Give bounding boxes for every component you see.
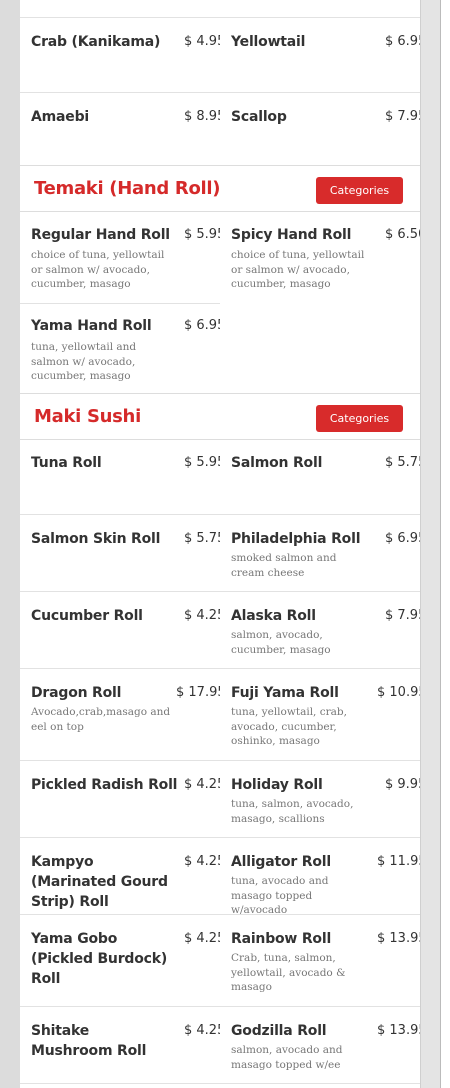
menu-item-scallop[interactable]: Scallop $ 7.95 [220, 93, 420, 166]
section-title: Maki Sushi [34, 406, 141, 427]
item-price: $ 17.95 [176, 685, 220, 700]
item-name: Cucumber Roll [31, 608, 143, 624]
item-price: $ 9.95 [385, 777, 420, 792]
item-price: $ 4.25 [184, 1023, 220, 1038]
item-name: Scallop [231, 109, 287, 125]
item-description: Crab, tuna, salmon, yellowtail, avocado … [231, 952, 346, 993]
window-edge [440, 0, 450, 1088]
item-name: Shitake Mushroom Roll [31, 1023, 147, 1059]
item-price: $ 11.95 [377, 854, 420, 869]
item-name: Spicy Hand Roll [231, 227, 352, 243]
menu-item-alaska-roll[interactable]: Alaska Roll $ 7.95 salmon, avocado, cucu… [220, 592, 420, 669]
menu-item-kampyo-roll[interactable]: Kampyo (Marinated Gourd Strip) Roll $ 4.… [20, 838, 220, 915]
menu-item-regular-hand-roll[interactable]: Regular Hand Roll $ 5.95 choice of tuna,… [20, 211, 220, 304]
item-price: $ 13.95 [377, 931, 420, 946]
menu-item-yellowtail[interactable]: Yellowtail $ 6.95 [220, 18, 420, 93]
item-price: $ 6.95 [385, 34, 420, 49]
item-price: $ 10.95 [377, 685, 420, 700]
item-price: $ 7.95 [385, 608, 420, 623]
menu-item-yama-gobo-roll[interactable]: Yama Gobo (Pickled Burdock) Roll $ 4.25 [20, 915, 220, 1007]
item-price: $ 6.50 [385, 227, 420, 242]
item-price: $ 5.95 [184, 455, 220, 470]
menu-panel: Crab (Kanikama) $ 4.95 Yellowtail $ 6.95… [20, 0, 420, 1088]
item-price: $ 5.75 [184, 531, 220, 546]
item-description: smoked salmon and cream cheese [231, 552, 337, 579]
item-description: tuna, yellowtail, crab, avocado, cucumbe… [231, 706, 347, 747]
menu-page: Crab (Kanikama) $ 4.95 Yellowtail $ 6.95… [0, 0, 450, 1088]
item-description: tuna, avocado and masago topped w/avocad… [231, 875, 329, 916]
item-name: Tuna Roll [31, 455, 102, 471]
menu-item-holiday-roll[interactable]: Holiday Roll $ 9.95 tuna, salmon, avocad… [220, 761, 420, 838]
section-header-temaki: Temaki (Hand Roll) Categories [20, 165, 420, 212]
menu-item-rainbow-roll[interactable]: Rainbow Roll $ 13.95 Crab, tuna, salmon,… [220, 915, 420, 1007]
menu-item-shitake-mushroom-roll[interactable]: Shitake Mushroom Roll $ 4.25 [20, 1007, 220, 1084]
menu-item-dragon-roll[interactable]: Dragon Roll $ 17.95 Avocado,crab,masago … [20, 669, 220, 761]
item-name: Rainbow Roll [231, 931, 332, 947]
menu-item-tuna-roll[interactable]: Tuna Roll $ 5.95 [20, 439, 220, 515]
item-price: $ 6.95 [184, 318, 220, 333]
section-title: Temaki (Hand Roll) [34, 178, 221, 199]
menu-item-amaebi[interactable]: Amaebi $ 8.95 [20, 93, 220, 166]
item-name: Godzilla Roll [231, 1023, 327, 1039]
item-name: Yama Hand Roll [31, 318, 152, 334]
item-price: $ 6.95 [385, 531, 420, 546]
item-name: Dragon Roll [31, 685, 122, 701]
item-description: choice of tuna, yellowtail or salmon w/ … [31, 249, 165, 290]
menu-item-crab-kanikama[interactable]: Crab (Kanikama) $ 4.95 [20, 18, 220, 93]
menu-item-yama-hand-roll[interactable]: Yama Hand Roll $ 6.95 tuna, yellowtail a… [20, 304, 220, 394]
menu-item-godzilla-roll[interactable]: Godzilla Roll $ 13.95 salmon, avocado an… [220, 1007, 420, 1084]
item-price: $ 8.95 [184, 109, 220, 124]
item-price: $ 4.25 [184, 854, 220, 869]
item-name: Salmon Roll [231, 455, 323, 471]
item-name: Regular Hand Roll [31, 227, 170, 243]
item-description: salmon, avocado, cucumber, masago [231, 629, 331, 656]
item-description: choice of tuna, yellowtail or salmon w/ … [231, 249, 365, 290]
item-description: salmon, avocado and masago topped w/ee [231, 1044, 343, 1071]
item-description: tuna, yellowtail and salmon w/ avocado, … [31, 341, 137, 382]
item-name: Amaebi [31, 109, 89, 125]
menu-item-philadelphia-roll[interactable]: Philadelphia Roll $ 6.95 smoked salmon a… [220, 515, 420, 592]
item-name: Philadelphia Roll [231, 531, 361, 547]
item-name: Yama Gobo (Pickled Burdock) Roll [31, 931, 168, 987]
item-price: $ 5.95 [184, 227, 220, 242]
scroll-rail[interactable] [420, 0, 440, 1088]
item-name: Yellowtail [231, 34, 306, 50]
item-price: $ 13.95 [377, 1023, 420, 1038]
menu-item-alligator-roll[interactable]: Alligator Roll $ 11.95 tuna, avocado and… [220, 838, 420, 916]
menu-item-cucumber-roll[interactable]: Cucumber Roll $ 4.25 [20, 592, 220, 669]
item-name: Fuji Yama Roll [231, 685, 339, 701]
item-description: Avocado,crab,masago and eel on top [31, 706, 171, 733]
categories-button[interactable]: Categories [316, 177, 403, 204]
menu-item-fuji-yama-roll[interactable]: Fuji Yama Roll $ 10.95 tuna, yellowtail,… [220, 669, 420, 761]
item-name: Kampyo (Marinated Gourd Strip) Roll [31, 854, 168, 910]
item-price: $ 5.75 [385, 455, 420, 470]
item-name: Crab (Kanikama) [31, 34, 161, 50]
item-price: $ 4.25 [184, 777, 220, 792]
menu-item-salmon-roll[interactable]: Salmon Roll $ 5.75 [220, 439, 420, 515]
item-price: $ 4.25 [184, 931, 220, 946]
item-description: tuna, salmon, avocado, masago, scallions [231, 798, 354, 825]
section-header-maki: Maki Sushi Categories [20, 393, 420, 440]
item-name: Alaska Roll [231, 608, 316, 624]
item-price: $ 4.95 [184, 34, 220, 49]
menu-item-pickled-radish-roll[interactable]: Pickled Radish Roll $ 4.25 [20, 761, 220, 838]
item-name: Salmon Skin Roll [31, 531, 161, 547]
item-name: Pickled Radish Roll [31, 777, 178, 793]
item-name: Alligator Roll [231, 854, 331, 870]
menu-item-salmon-skin-roll[interactable]: Salmon Skin Roll $ 5.75 [20, 515, 220, 592]
item-price: $ 4.25 [184, 608, 220, 623]
item-name: Holiday Roll [231, 777, 323, 793]
menu-item-spicy-hand-roll[interactable]: Spicy Hand Roll $ 6.50 choice of tuna, y… [220, 211, 420, 304]
categories-button[interactable]: Categories [316, 405, 403, 432]
left-margin [0, 0, 20, 1088]
item-price: $ 7.95 [385, 109, 420, 124]
